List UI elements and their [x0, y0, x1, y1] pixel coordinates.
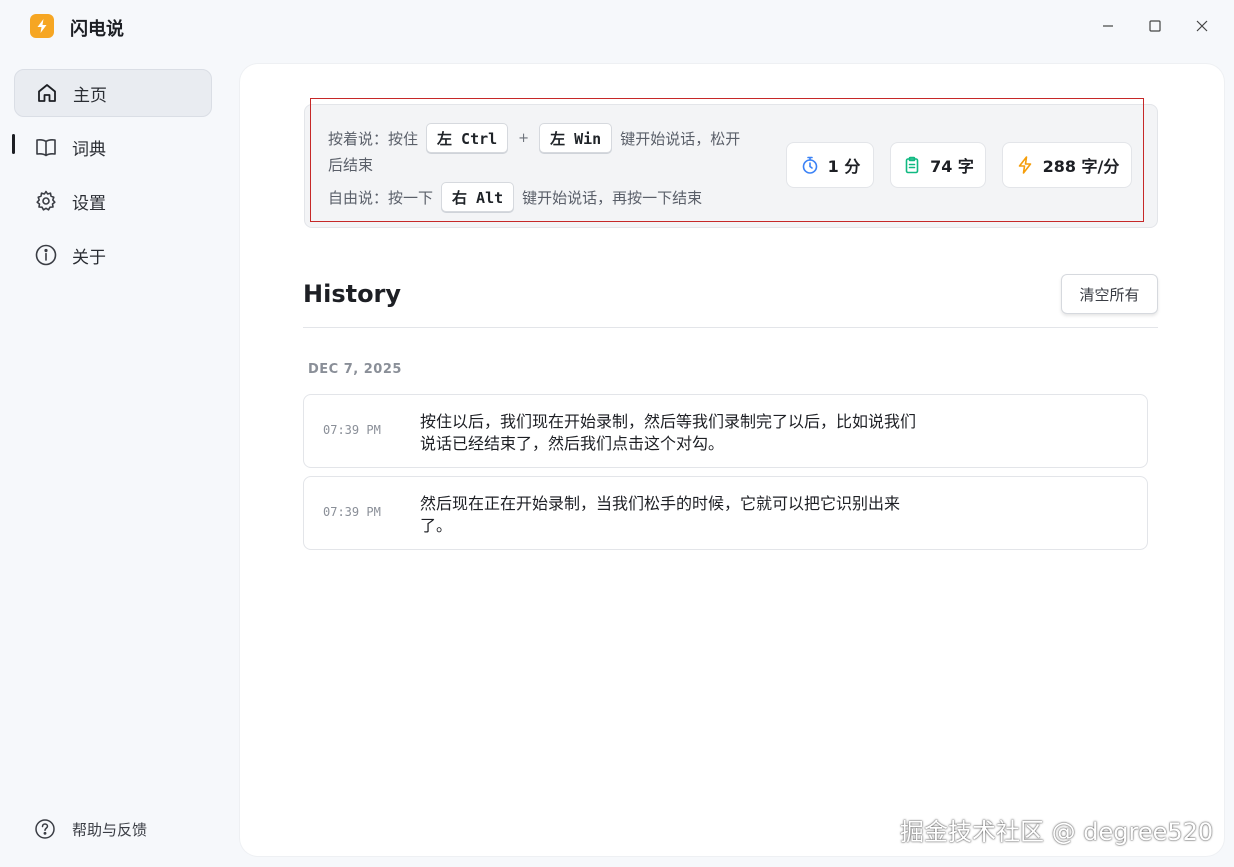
clipboard-icon — [902, 155, 922, 175]
stat-duration: 1 分 — [786, 142, 874, 188]
hint-text: 按着说：按住 — [328, 129, 419, 148]
lightning-icon — [1015, 155, 1035, 175]
help-feedback-link[interactable]: 帮助与反馈 — [34, 817, 147, 841]
info-icon — [34, 243, 58, 267]
history-item-line: 说话已经结束了，然后我们点击这个对勾。 — [420, 434, 725, 453]
divider — [303, 327, 1158, 328]
maximize-button[interactable] — [1132, 10, 1178, 42]
hold-to-talk-hint-continued: 后结束 — [328, 154, 373, 175]
history-item-time: 07:39 PM — [323, 505, 381, 519]
maximize-icon — [1149, 17, 1161, 36]
history-item[interactable]: 07:39 PM 然后现在正在开始录制，当我们松手的时候，它就可以把它识别出来 … — [303, 476, 1148, 550]
main-panel: 按着说：按住 左 Ctrl + 左 Win 键开始说话，松开 后结束 自由说：按… — [240, 64, 1224, 856]
history-item-line: 然后现在正在开始录制，当我们松手的时候，它就可以把它识别出来 — [420, 494, 901, 513]
sidebar-item-home[interactable]: 主页 — [14, 69, 212, 117]
stat-char-count: 74 字 — [890, 142, 986, 188]
gear-icon — [34, 189, 58, 213]
history-date-label: DEC 7, 2025 — [308, 362, 402, 377]
plus-sign: + — [518, 130, 530, 146]
timer-icon — [800, 155, 820, 175]
sidebar-item-dictionary[interactable]: 词典 — [14, 123, 212, 171]
stat-char-count-value: 74 字 — [930, 157, 974, 176]
clear-all-button[interactable]: 清空所有 — [1061, 274, 1158, 314]
history-item-text: 然后现在正在开始录制，当我们松手的时候，它就可以把它识别出来 了。 — [420, 493, 970, 537]
key-right-alt: 右 Alt — [441, 182, 515, 212]
close-button[interactable] — [1179, 10, 1225, 42]
stat-speed-value: 288 字/分 — [1042, 157, 1120, 176]
help-icon — [34, 818, 56, 840]
watermark: 掘金技术社区 @ degree520 — [900, 818, 1214, 846]
history-title: History — [303, 280, 402, 308]
hint-text: 后结束 — [328, 156, 374, 174]
stat-speed: 288 字/分 — [1002, 142, 1132, 188]
sidebar-item-label: 词典 — [72, 139, 106, 160]
stat-duration-value: 1 分 — [827, 157, 861, 176]
app-logo-icon — [30, 14, 54, 38]
key-left-win: 左 Win — [539, 123, 613, 153]
app-title: 闪电说 — [70, 19, 124, 40]
history-item[interactable]: 07:39 PM 按住以后，我们现在开始录制，然后等我们录制完了以后，比如说我们… — [303, 394, 1148, 468]
history-item-line: 了。 — [420, 516, 453, 535]
history-item-line: 按住以后，我们现在开始录制，然后等我们录制完了以后，比如说我们 — [420, 412, 917, 431]
history-item-text: 按住以后，我们现在开始录制，然后等我们录制完了以后，比如说我们 说话已经结束了，… — [420, 411, 970, 455]
app-window: 闪电说 主页 词典 设置 关于 帮助与反馈 按着说：按住 左 Ctrl + 左 … — [0, 0, 1234, 867]
sidebar-item-label: 主页 — [73, 85, 107, 106]
hint-text: 键开始说话，再按一下结束 — [522, 188, 703, 207]
book-icon — [34, 135, 58, 159]
title-bar: 闪电说 — [0, 0, 1234, 52]
sidebar-item-about[interactable]: 关于 — [14, 231, 212, 279]
hold-to-talk-hint: 按着说：按住 左 Ctrl + 左 Win 键开始说话，松开 — [328, 123, 740, 153]
hint-text: 自由说：按一下 — [328, 188, 434, 207]
close-icon — [1196, 17, 1208, 36]
home-icon — [35, 81, 59, 105]
history-item-time: 07:39 PM — [323, 423, 381, 437]
help-feedback-label: 帮助与反馈 — [72, 820, 148, 839]
sidebar: 主页 词典 设置 关于 帮助与反馈 — [0, 52, 230, 867]
toggle-talk-hint: 自由说：按一下 右 Alt 键开始说话，再按一下结束 — [328, 182, 702, 212]
sidebar-item-label: 关于 — [72, 247, 106, 268]
minimize-icon — [1102, 17, 1114, 36]
minimize-button[interactable] — [1085, 10, 1131, 42]
hint-text: 键开始说话，松开 — [620, 129, 741, 148]
key-left-ctrl: 左 Ctrl — [426, 123, 509, 153]
sidebar-item-settings[interactable]: 设置 — [14, 177, 212, 225]
sidebar-item-label: 设置 — [72, 193, 106, 214]
